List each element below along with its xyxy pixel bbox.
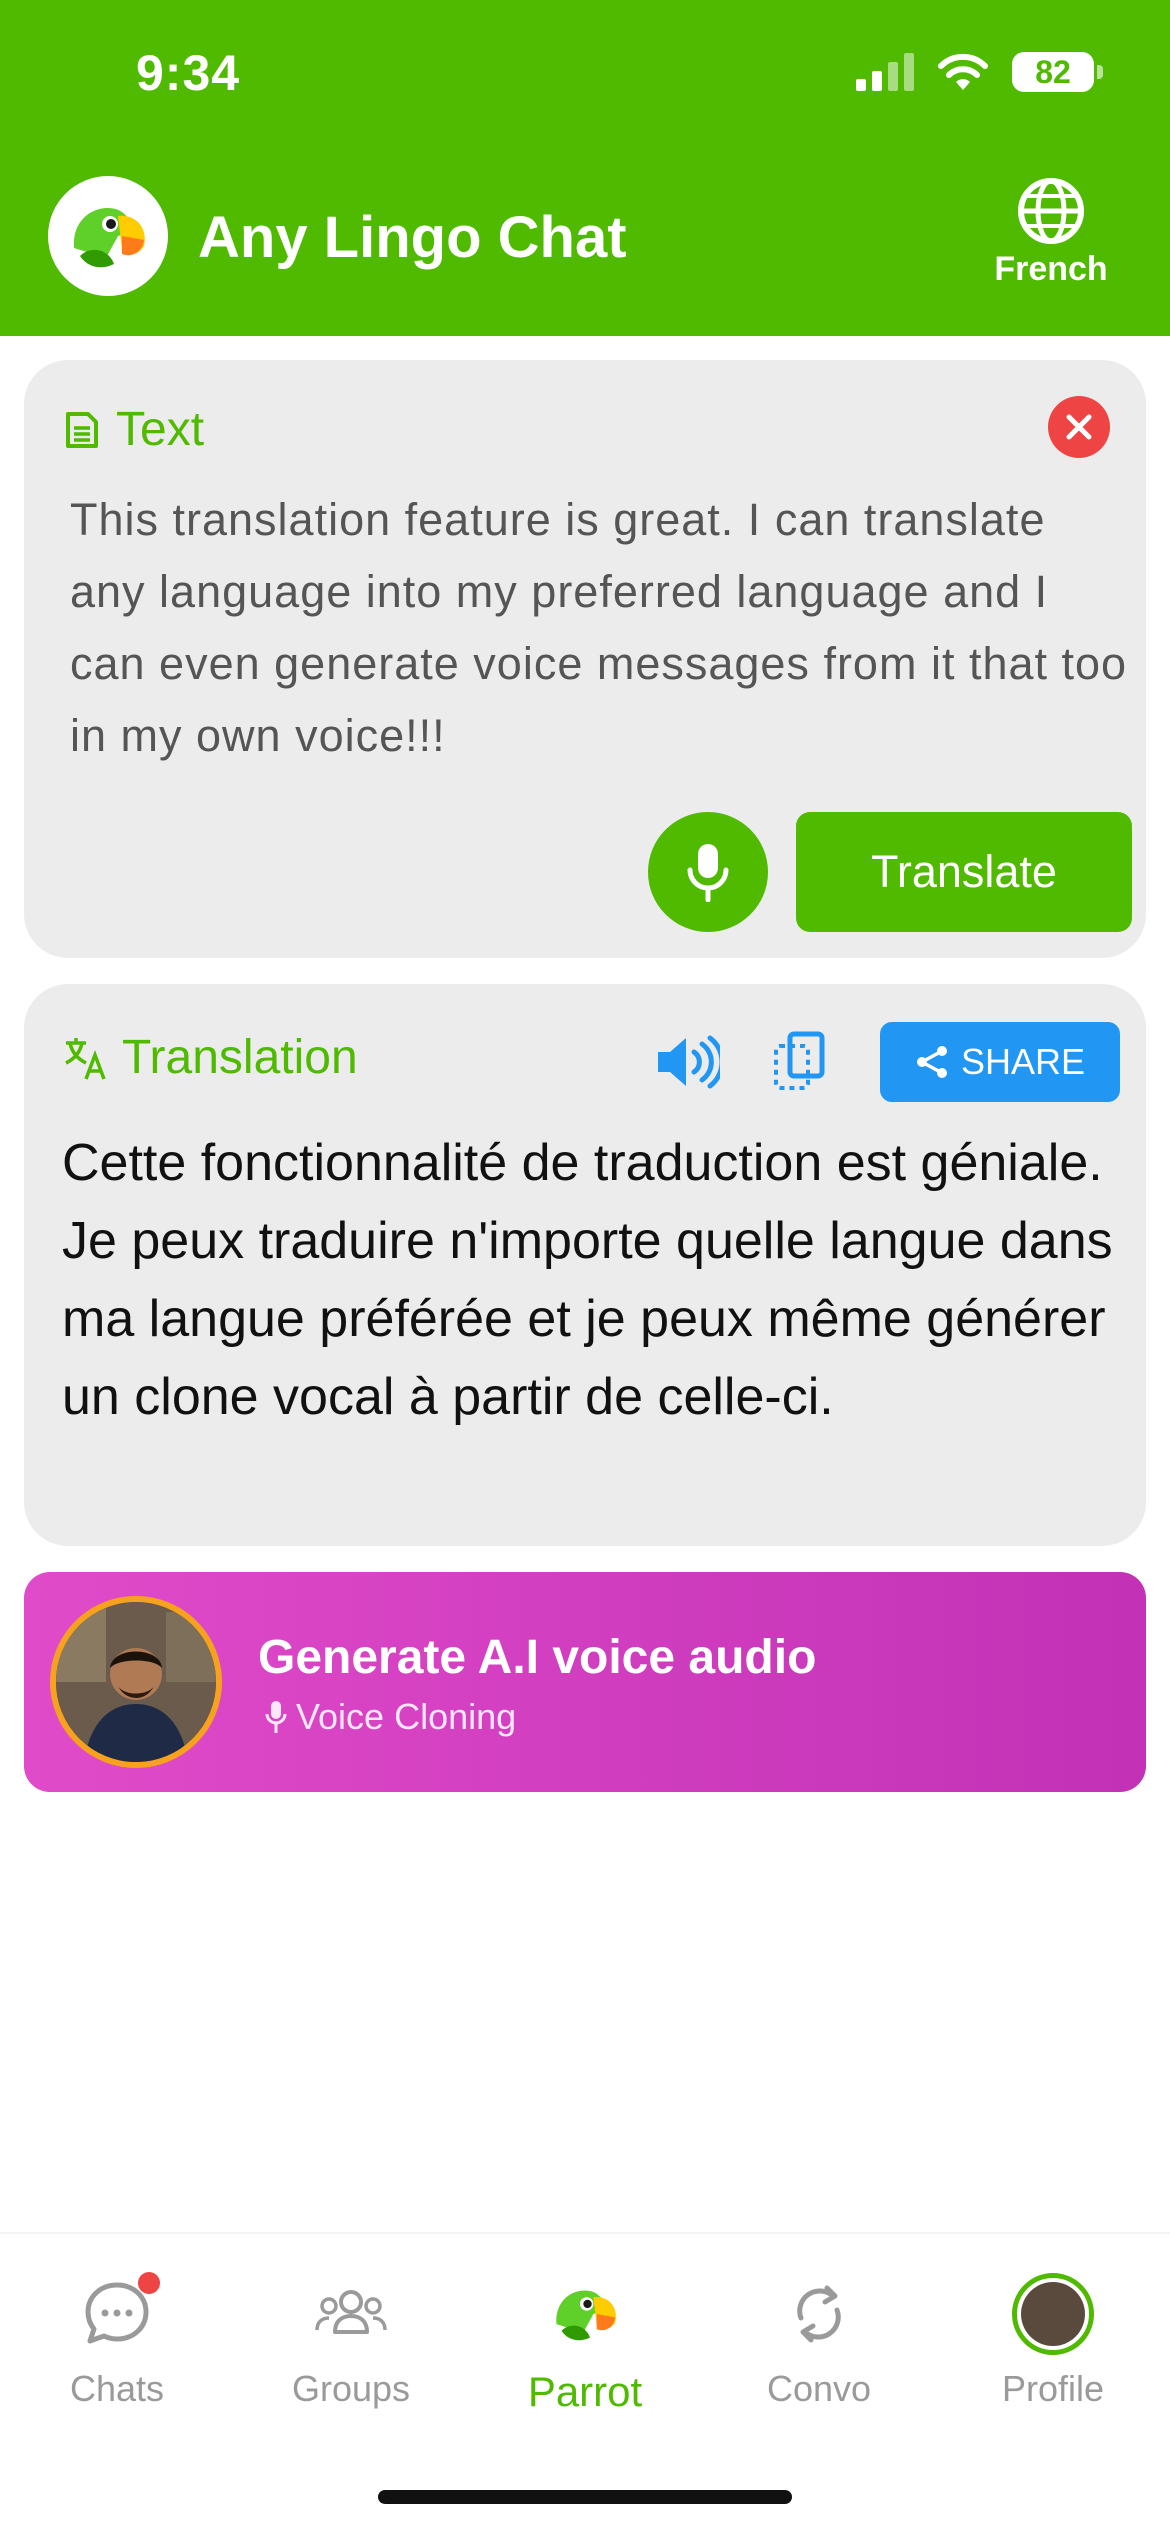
microphone-icon — [687, 844, 729, 902]
battery-level: 82 — [1035, 53, 1071, 90]
clear-text-button[interactable] — [1048, 396, 1110, 458]
parrot-logo-icon — [62, 190, 154, 282]
translate-button[interactable]: Translate — [796, 812, 1132, 932]
text-card-heading: Text — [62, 402, 204, 457]
parrot-logo-icon — [556, 2290, 616, 2341]
nav-item-convo[interactable]: Convo — [702, 2264, 936, 2410]
unread-badge — [138, 2272, 160, 2294]
nav-item-groups[interactable]: Groups — [234, 2264, 468, 2410]
battery-indicator: 82 — [1012, 52, 1103, 92]
nav-item-chats[interactable]: Chats — [0, 2264, 234, 2410]
nav-item-parrot[interactable]: Parrot — [468, 2264, 702, 2416]
language-label: French — [994, 250, 1108, 288]
translated-text: Cette fonctionnalité de traduction est g… — [62, 1134, 1113, 1426]
wifi-icon — [938, 53, 988, 90]
voice-banner-subtitle-text: Voice Cloning — [296, 1696, 517, 1737]
app-title: Any Lingo Chat — [198, 205, 627, 270]
speaker-icon — [658, 1035, 725, 1089]
globe-icon — [1018, 178, 1084, 244]
bottom-navigation: Chats Groups Parrot Convo Profile — [0, 2232, 1170, 2532]
language-selector[interactable]: French — [976, 176, 1126, 289]
nav-label-groups: Groups — [291, 2368, 411, 2409]
nav-label-parrot: Parrot — [527, 2368, 643, 2415]
profile-avatar-icon — [1012, 2273, 1094, 2355]
share-label: SHARE — [960, 1041, 1086, 1082]
status-icons: 82 — [856, 52, 1103, 92]
person-photo-icon — [56, 1602, 216, 1762]
translation-card: Translation SHARE Cette fonctionnalité d… — [24, 984, 1146, 1546]
translation-card-heading: Translation — [62, 1030, 358, 1085]
translate-icon — [65, 1037, 106, 1080]
play-audio-button[interactable] — [654, 1034, 725, 1095]
nav-label-profile: Profile — [1001, 2368, 1105, 2409]
document-icon — [66, 411, 98, 448]
voice-input-button[interactable] — [648, 812, 768, 932]
nav-label-convo: Convo — [766, 2368, 872, 2409]
copy-button[interactable] — [770, 1030, 828, 1097]
source-text-input[interactable]: This translation feature is great. I can… — [70, 484, 1130, 772]
share-icon — [916, 1046, 947, 1078]
groups-icon — [315, 2290, 387, 2334]
nav-label-chats: Chats — [69, 2368, 165, 2409]
microphone-icon — [265, 1701, 287, 1733]
app-header: 9:34 82 Any Lingo Chat French — [0, 0, 1170, 336]
text-input-card: Text This translation feature is great. … — [24, 360, 1146, 958]
signal-icon — [856, 53, 914, 91]
text-card-title: Text — [116, 403, 205, 456]
copy-icon — [774, 1031, 825, 1090]
nav-item-profile[interactable]: Profile — [936, 2264, 1170, 2410]
close-icon — [1066, 414, 1092, 440]
voice-banner-subtitle: Voice Cloning — [264, 1696, 516, 1738]
app-logo — [48, 176, 168, 296]
translation-card-title: Translation — [122, 1031, 358, 1084]
share-button[interactable]: SHARE — [880, 1022, 1120, 1102]
voice-cloning-banner[interactable]: Generate A.I voice audio Voice Cloning — [24, 1572, 1146, 1792]
home-indicator — [378, 2490, 792, 2504]
sync-arrows-icon — [797, 2285, 841, 2343]
voice-banner-title: Generate A.I voice audio — [258, 1631, 817, 1684]
user-avatar — [50, 1596, 222, 1768]
status-time: 9:34 — [136, 45, 241, 101]
